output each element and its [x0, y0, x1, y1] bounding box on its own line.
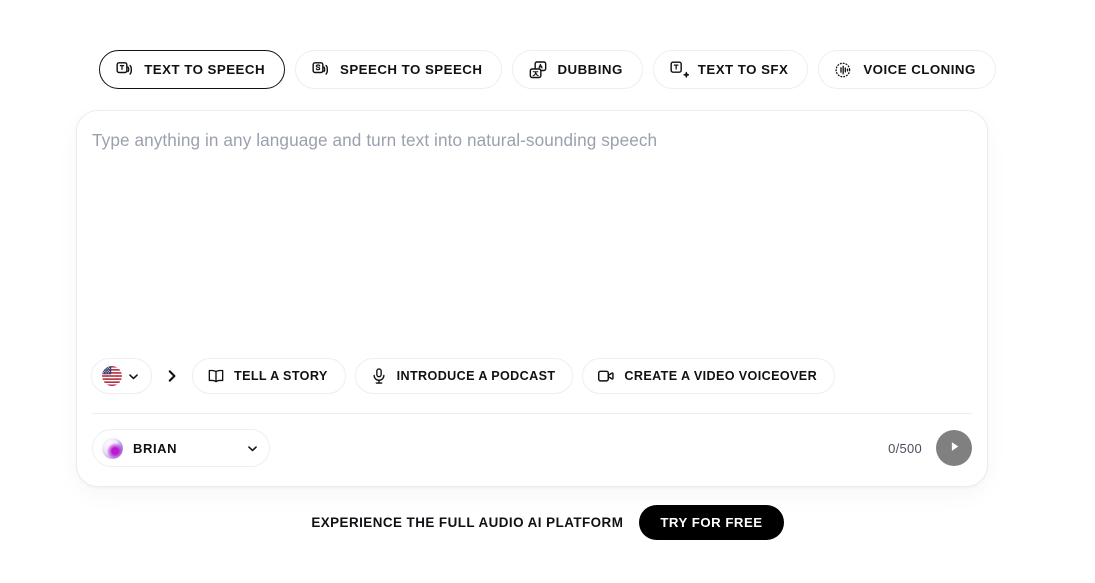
chevron-down-icon [246, 442, 259, 455]
tab-label: VOICE CLONING [863, 62, 976, 77]
microphone-icon [370, 367, 388, 385]
tab-label: SPEECH TO SPEECH [340, 62, 483, 77]
chip-label: INTRODUCE A PODCAST [396, 369, 556, 383]
suggestion-chips: TELL A STORY INTRODUCE A PODCAST CREATE … [91, 358, 836, 394]
tab-dubbing[interactable]: DUBBING [512, 50, 643, 89]
dubbing-translate-icon [528, 60, 548, 80]
book-icon [207, 367, 225, 385]
chip-tell-a-story[interactable]: TELL A STORY [192, 358, 346, 394]
chip-label: CREATE A VIDEO VOICEOVER [624, 369, 818, 383]
language-selector[interactable] [91, 358, 152, 394]
card-divider [92, 413, 972, 414]
voice-selector[interactable]: BRIAN [92, 429, 270, 467]
try-for-free-button[interactable]: TRY FOR FREE [639, 505, 784, 540]
tab-text-to-speech[interactable]: TEXT TO SPEECH [99, 50, 286, 89]
text-to-speech-widget: TEXT TO SPEECH SPEECH TO SPEECH DUBBING … [0, 0, 1095, 583]
chip-introduce-a-podcast[interactable]: INTRODUCE A PODCAST [354, 358, 574, 394]
card-bottom-bar: BRIAN 0/500 [92, 419, 972, 477]
tab-label: TEXT TO SFX [697, 62, 789, 77]
bottom-right-controls: 0/500 [888, 430, 972, 466]
play-icon [947, 439, 962, 457]
footer-cta-row: EXPERIENCE THE FULL AUDIO AI PLATFORM TR… [0, 505, 1095, 540]
text-to-speech-icon [115, 60, 135, 80]
chip-create-a-video-voiceover[interactable]: CREATE A VIDEO VOICEOVER [582, 358, 836, 394]
tab-label: TEXT TO SPEECH [144, 62, 266, 77]
tab-voice-cloning[interactable]: VOICE CLONING [818, 50, 996, 89]
mode-tabs: TEXT TO SPEECH SPEECH TO SPEECH DUBBING … [0, 50, 1095, 89]
chip-label: TELL A STORY [234, 369, 328, 383]
us-flag-icon [102, 366, 122, 386]
speech-to-speech-icon [311, 60, 331, 80]
character-counter: 0/500 [888, 440, 922, 456]
chevron-right-icon [164, 368, 180, 384]
chevron-down-icon [127, 370, 140, 383]
voice-avatar [102, 437, 123, 459]
tab-speech-to-speech[interactable]: SPEECH TO SPEECH [295, 50, 503, 89]
voice-cloning-icon [834, 60, 854, 80]
tab-label: DUBBING [557, 62, 623, 77]
video-camera-icon [597, 367, 615, 385]
text-to-sfx-icon [669, 60, 690, 80]
tab-text-to-sfx[interactable]: TEXT TO SFX [652, 50, 809, 89]
editor-placeholder[interactable]: Type anything in any language and turn t… [92, 130, 657, 151]
voice-name: BRIAN [133, 440, 178, 456]
tts-editor-card: Type anything in any language and turn t… [76, 110, 988, 487]
play-button[interactable] [936, 430, 972, 466]
footer-text: EXPERIENCE THE FULL AUDIO AI PLATFORM [311, 515, 624, 530]
